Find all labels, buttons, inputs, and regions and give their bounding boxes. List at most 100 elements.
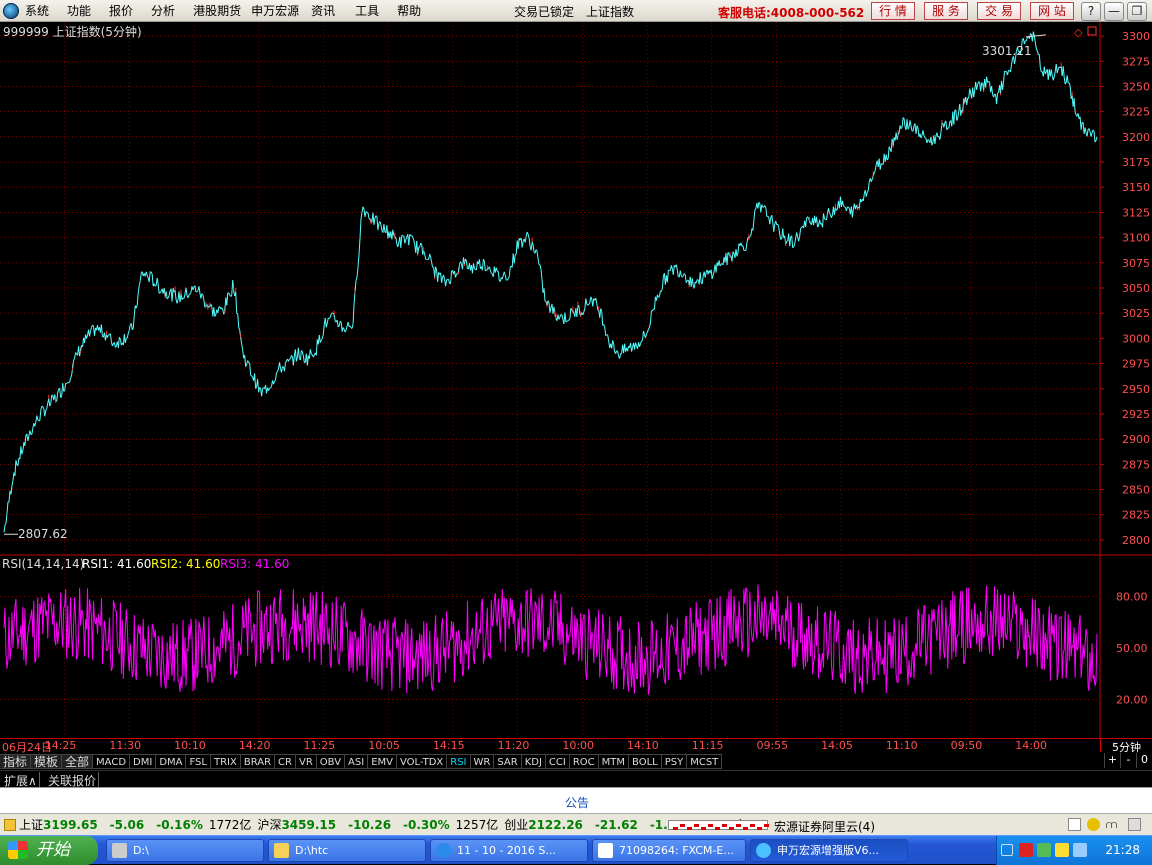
minimize-icon[interactable]: —: [1104, 2, 1124, 21]
indicator-tab-mtm[interactable]: MTM: [599, 754, 629, 769]
price-segment: [509, 267, 510, 277]
price-segment: [73, 360, 74, 368]
indicator-tab-cr[interactable]: CR: [275, 754, 296, 769]
price-segment: [590, 297, 591, 303]
task-trading-app[interactable]: 申万宏源增强版V6...: [750, 839, 908, 862]
price-segment: [1011, 58, 1012, 64]
smile-icon[interactable]: [1087, 818, 1100, 831]
indicator-tab-macd[interactable]: MACD: [93, 754, 130, 769]
price-segment: [997, 93, 998, 104]
price-segment: [940, 133, 941, 140]
price-segment: [231, 295, 232, 297]
menu-tools[interactable]: 工具: [355, 2, 379, 19]
fxcm-icon: [598, 843, 613, 858]
indicator-tab-wr[interactable]: WR: [471, 754, 495, 769]
indicator-tab-roc[interactable]: ROC: [570, 754, 599, 769]
restore-icon[interactable]: ❐: [1127, 2, 1147, 21]
price-segment: [859, 199, 860, 208]
price-segment: [211, 304, 212, 306]
network-icon[interactable]: [1037, 843, 1051, 857]
indicator-tab-mcst[interactable]: MCST: [687, 754, 722, 769]
price-segment: [797, 232, 798, 237]
task-drive-d[interactable]: D:\: [106, 839, 264, 862]
lock-icon[interactable]: [1128, 818, 1141, 831]
indicator-tab-sar[interactable]: SAR: [494, 754, 521, 769]
menu-help[interactable]: 帮助: [397, 2, 421, 19]
menu-analysis[interactable]: 分析: [151, 2, 175, 19]
index-switch-icon[interactable]: [4, 819, 16, 831]
notice-link[interactable]: 公告: [565, 794, 589, 811]
price-segment: [293, 355, 294, 365]
status-bar: 上证 3199.65 -5.06 -0.16% 1772亿 沪深 3459.15…: [0, 813, 1152, 835]
website-button[interactable]: 网 站: [1030, 2, 1074, 20]
price-segment: [766, 208, 767, 217]
task-browser[interactable]: 11 - 10 - 2016 S...: [430, 839, 588, 862]
menu-system[interactable]: 系统: [25, 2, 49, 19]
indicator-tab-boll[interactable]: BOLL: [629, 754, 662, 769]
indicator-tab-obv[interactable]: OBV: [317, 754, 345, 769]
price-segment: [90, 331, 91, 336]
indicator-tab-cci[interactable]: CCI: [546, 754, 570, 769]
price-segment: [684, 273, 685, 275]
menu-broker[interactable]: 申万宏源: [251, 2, 299, 19]
price-segment: [67, 383, 68, 384]
start-button[interactable]: 开始: [0, 836, 98, 865]
menu-function[interactable]: 功能: [67, 2, 91, 19]
price-segment: [447, 279, 448, 280]
indicator-tab-dma[interactable]: DMA: [156, 754, 186, 769]
drive-icon: [112, 843, 127, 858]
indicator-tab-kdj[interactable]: KDJ: [522, 754, 546, 769]
indicator-tab-emv[interactable]: EMV: [368, 754, 397, 769]
chart-area[interactable]: 2800282528502875290029252950297530003025…: [0, 22, 1152, 738]
tab-remove-button[interactable]: -: [1120, 753, 1136, 768]
price-segment: [199, 286, 200, 293]
price-segment: [1074, 98, 1075, 112]
maximize-chart-icon[interactable]: [1088, 27, 1096, 35]
price-segment: [818, 226, 819, 227]
help-icon[interactable]: ?: [1081, 2, 1101, 21]
price-segment: [886, 155, 887, 160]
indicator-tab-全部[interactable]: 全部: [62, 754, 93, 769]
time-tick-label: 10:05: [368, 739, 400, 752]
indicator-tab-psy[interactable]: PSY: [662, 754, 688, 769]
antivirus-icon[interactable]: [1019, 843, 1033, 857]
service-button[interactable]: 服 务: [924, 2, 968, 20]
price-segment: [793, 247, 794, 248]
period-label[interactable]: 5分钟: [1100, 738, 1152, 752]
price-segment: [579, 306, 580, 315]
kline-chart[interactable]: 2800282528502875290029252950297530003025…: [0, 22, 1152, 738]
signal-icon[interactable]: ⩋: [1106, 818, 1119, 831]
indicator-tab-trix[interactable]: TRIX: [211, 754, 241, 769]
trade-button[interactable]: 交 易: [977, 2, 1021, 20]
indicator-tab-dmi[interactable]: DMI: [130, 754, 156, 769]
diamond-icon[interactable]: ◇: [1074, 26, 1083, 39]
volume-icon[interactable]: [1073, 843, 1087, 857]
price-segment: [700, 272, 701, 282]
service-hotline: 客服电话:4008-000-562: [718, 4, 864, 21]
indicator-tab-模板[interactable]: 模板: [31, 754, 62, 769]
tab-reset-button[interactable]: 0: [1136, 753, 1152, 768]
checkbox-icon[interactable]: [1068, 818, 1081, 831]
price-segment: [52, 395, 53, 396]
indicator-tab-vr[interactable]: VR: [296, 754, 317, 769]
indicator-tab-brar[interactable]: BRAR: [241, 754, 275, 769]
indicator-tab-vol-tdx[interactable]: VOL-TDX: [397, 754, 447, 769]
menu-quote[interactable]: 报价: [109, 2, 133, 19]
menu-news[interactable]: 资讯: [311, 2, 335, 19]
indicator-tab-asi[interactable]: ASI: [345, 754, 368, 769]
price-segment: [424, 251, 425, 254]
broker-server[interactable]: 宏源证券阿里云(4): [774, 818, 875, 835]
price-segment: [902, 118, 903, 128]
indicator-tab-指标[interactable]: 指标: [0, 754, 31, 769]
price-segment: [765, 206, 766, 208]
menu-hk-futures[interactable]: 港股期货: [193, 2, 241, 19]
notify-icon[interactable]: [1055, 843, 1069, 857]
task-folder-htc[interactable]: D:\htc: [268, 839, 426, 862]
indicator-tab-rsi[interactable]: RSI: [447, 754, 470, 769]
price-segment: [801, 227, 802, 228]
keyboard-icon[interactable]: [1001, 844, 1013, 856]
task-fxcm[interactable]: 71098264: FXCM-E...: [592, 839, 746, 862]
tab-add-button[interactable]: +: [1104, 753, 1120, 768]
indicator-tab-fsl[interactable]: FSL: [186, 754, 211, 769]
quotes-button[interactable]: 行 情: [871, 2, 915, 20]
